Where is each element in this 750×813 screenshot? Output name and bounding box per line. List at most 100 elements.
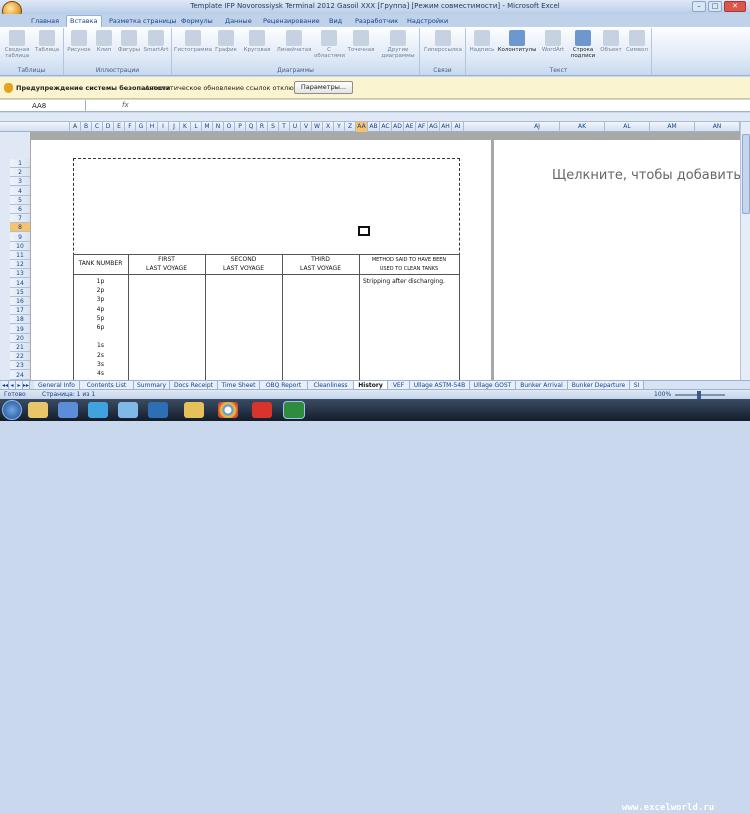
media-icon[interactable] (88, 402, 108, 418)
column-header[interactable]: U (290, 122, 301, 132)
pie-chart-button[interactable]: Круговая (240, 30, 274, 53)
column-header[interactable]: K (180, 122, 191, 132)
pivot-table-button[interactable]: Сводная таблица (2, 30, 32, 59)
header-tank-number[interactable]: TANK NUMBER (73, 260, 128, 268)
active-cell-selection[interactable] (358, 226, 370, 236)
row-header[interactable]: 9 (10, 232, 30, 242)
column-header[interactable]: Z (345, 122, 356, 132)
tank-number-cell[interactable]: 2s (73, 352, 128, 360)
smartart-button[interactable]: SmartArt (142, 30, 170, 53)
row-header[interactable]: 24 (10, 370, 30, 380)
tank-number-cell[interactable]: 3s (73, 361, 128, 369)
options-button[interactable]: Параметры... (294, 81, 353, 94)
picture-button[interactable]: Рисунок (66, 30, 92, 53)
row-header[interactable]: 8 (10, 223, 30, 233)
row-header[interactable]: 20 (10, 333, 30, 343)
column-header[interactable]: Y (334, 122, 345, 132)
scatter-chart-button[interactable]: Точечная (344, 30, 378, 53)
signature-line-button[interactable]: Строка подписи (568, 30, 598, 59)
tank-number-cell[interactable]: 3p (73, 296, 128, 304)
row-header[interactable]: 13 (10, 269, 30, 279)
row-header[interactable]: 15 (10, 287, 30, 297)
header-third-voyage-sub[interactable]: LAST VOYAGE (282, 265, 359, 273)
column-header[interactable]: AD (392, 122, 404, 132)
explorer-icon[interactable] (184, 402, 204, 418)
row-header[interactable]: 12 (10, 260, 30, 270)
row-header[interactable]: 4 (10, 186, 30, 196)
row-header[interactable]: 21 (10, 343, 30, 352)
column-header[interactable]: S (268, 122, 279, 132)
header-first-voyage-sub[interactable]: LAST VOYAGE (128, 265, 205, 273)
column-header[interactable]: I (158, 122, 169, 132)
header-third-voyage[interactable]: THIRD (282, 256, 359, 264)
column-header[interactable]: T (279, 122, 290, 132)
add-header-prompt[interactable]: Щелкните, чтобы добавить да (552, 168, 750, 183)
minimize-button[interactable]: – (692, 1, 706, 12)
excel-icon[interactable] (284, 402, 304, 418)
column-header[interactable]: J (169, 122, 180, 132)
row-header[interactable]: 17 (10, 306, 30, 316)
tank-number-cell[interactable]: 4s (73, 370, 128, 378)
row-header[interactable]: 23 (10, 361, 30, 371)
scroll-thumb[interactable] (742, 134, 750, 214)
column-header[interactable]: A (70, 122, 81, 132)
tank-number-cell[interactable]: 1p (73, 278, 128, 286)
browser-icon[interactable] (148, 402, 168, 418)
header-second-voyage[interactable]: SECOND (205, 256, 282, 264)
zoom-slider-knob[interactable] (697, 391, 701, 399)
bar-chart-button[interactable]: Линейчатая (274, 30, 314, 53)
row-header[interactable]: 5 (10, 195, 30, 205)
column-header[interactable]: AB (368, 122, 380, 132)
column-header[interactable]: R (257, 122, 268, 132)
maximize-button[interactable]: □ (708, 1, 722, 12)
vertical-scrollbar[interactable] (740, 122, 750, 380)
row-header[interactable]: 3 (10, 177, 30, 187)
name-box[interactable]: AA8 (0, 100, 86, 112)
tank-number-cell[interactable]: 1s (73, 342, 128, 350)
tank-number-cell[interactable]: 2p (73, 287, 128, 295)
header-method-sub[interactable]: USED TO CLEAN TANKS (359, 265, 459, 273)
column-header[interactable]: AA (356, 122, 368, 132)
desktop-icon[interactable] (58, 402, 78, 418)
close-button[interactable]: ✕ (724, 1, 746, 12)
column-header[interactable]: G (136, 122, 147, 132)
column-header[interactable]: B (81, 122, 92, 132)
row-header[interactable]: 11 (10, 251, 30, 260)
column-header[interactable]: AH (440, 122, 452, 132)
row-header[interactable]: 1 (10, 159, 30, 168)
column-header[interactable]: H (147, 122, 158, 132)
row-header[interactable]: 7 (10, 214, 30, 224)
column-header[interactable]: F (125, 122, 136, 132)
column-header[interactable]: D (103, 122, 114, 132)
select-all-corner[interactable] (0, 122, 70, 132)
other-charts-button[interactable]: Другие диаграммы (378, 30, 418, 59)
row-header[interactable]: 19 (10, 324, 30, 334)
table-button[interactable]: Таблица (32, 30, 62, 53)
chrome-icon[interactable] (218, 402, 238, 418)
column-header[interactable]: L (191, 122, 202, 132)
column-header[interactable]: AJ (515, 122, 560, 132)
column-header[interactable]: Q (246, 122, 257, 132)
column-header[interactable]: AI (452, 122, 464, 132)
row-header[interactable]: 16 (10, 297, 30, 306)
wordart-button[interactable]: WordArt (538, 30, 568, 53)
area-chart-button[interactable]: С областями (314, 30, 345, 59)
column-header[interactable]: AE (404, 122, 416, 132)
header-first-voyage[interactable]: FIRST (128, 256, 205, 264)
header-method[interactable]: METHOD SAID TO HAVE BEEN (359, 256, 459, 264)
hyperlink-button[interactable]: Гиперссылка (422, 30, 464, 53)
column-header[interactable]: E (114, 122, 125, 132)
row-header[interactable]: 10 (10, 241, 30, 251)
clipart-button[interactable]: Клип (92, 30, 116, 53)
column-header[interactable]: AN (695, 122, 740, 132)
column-header[interactable]: O (224, 122, 235, 132)
tank-number-cell[interactable]: 4p (73, 306, 128, 314)
yandex-icon[interactable] (252, 402, 272, 418)
tank-number-cell[interactable]: 5p (73, 315, 128, 323)
column-header[interactable]: W (312, 122, 323, 132)
row-header[interactable]: 6 (10, 205, 30, 214)
textbox-button[interactable]: Надпись (468, 30, 496, 53)
symbol-button[interactable]: Символ (624, 30, 650, 53)
folder-icon[interactable] (28, 402, 48, 418)
column-header[interactable]: AL (605, 122, 650, 132)
